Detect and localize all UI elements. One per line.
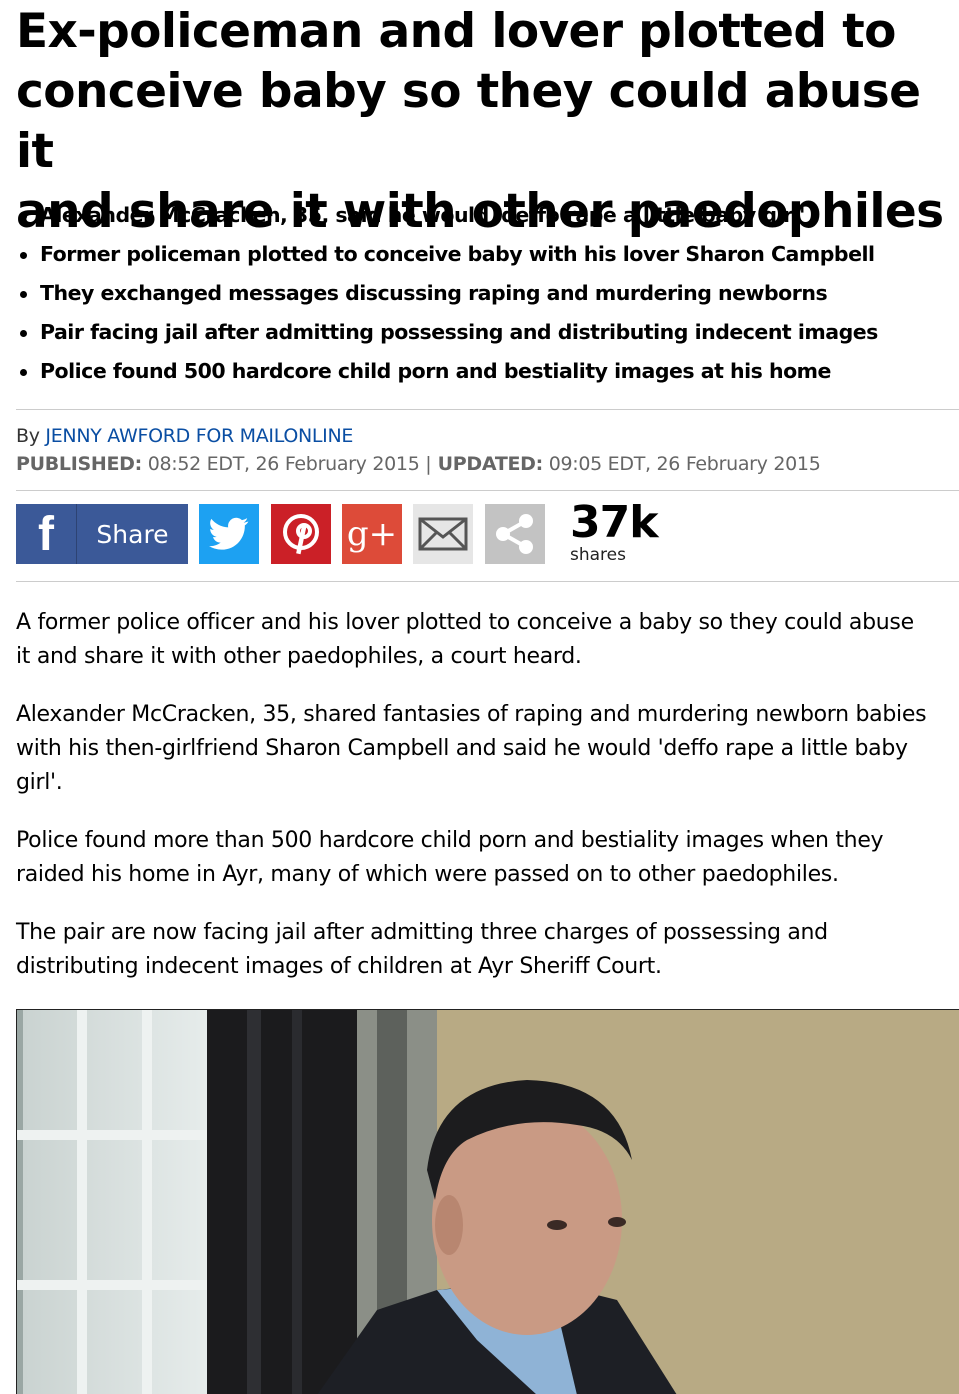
paragraph-line: girl'. <box>16 770 63 795</box>
author-link[interactable]: JENNY AWFORD FOR MAILONLINE <box>45 425 353 447</box>
twitter-share-button[interactable] <box>199 504 259 564</box>
google-plus-share-button[interactable]: g+ <box>342 504 402 564</box>
summary-bullet: Alexander McCracken, 35, said he would '… <box>16 196 951 235</box>
divider <box>16 409 959 410</box>
paragraph-line: The pair are now facing jail after admit… <box>16 920 828 945</box>
article-paragraph: Alexander McCracken, 35, shared fantasie… <box>16 698 956 800</box>
share-bar: f Share g+ 37k shares <box>16 498 959 564</box>
published-date: 08:52 EDT, 26 February 2015 <box>141 453 426 475</box>
share-count-number: 37k <box>570 497 658 548</box>
published-label: PUBLISHED: <box>16 453 142 475</box>
paragraph-line: it and share it with other paedophiles, … <box>16 644 582 669</box>
facebook-share-button[interactable]: f Share <box>16 504 188 564</box>
headline-line: conceive baby so they could abuse it <box>16 64 921 179</box>
share-count-label: shares <box>570 545 626 565</box>
summary-bullets: Alexander McCracken, 35, said he would '… <box>16 196 951 391</box>
article-paragraph: The pair are now facing jail after admit… <box>16 916 956 984</box>
divider <box>16 581 959 582</box>
paragraph-line: distributing indecent images of children… <box>16 954 662 979</box>
headline-line: Ex-policeman and lover plotted to <box>16 4 896 59</box>
email-icon <box>418 517 468 551</box>
article-paragraph: Police found more than 500 hardcore chil… <box>16 824 956 892</box>
email-share-button[interactable] <box>413 504 473 564</box>
article-photo[interactable] <box>16 1009 959 1394</box>
share-icon <box>496 514 533 554</box>
paragraph-line: Alexander McCracken, 35, shared fantasie… <box>16 702 927 727</box>
paragraph-line: A former police officer and his lover pl… <box>16 610 914 635</box>
google-plus-icon: g+ <box>346 514 398 554</box>
summary-bullet: Police found 500 hardcore child porn and… <box>16 352 951 391</box>
divider <box>16 490 959 491</box>
paragraph-line: raided his home in Ayr, many of which we… <box>16 862 839 887</box>
paragraph-line: with his then-girlfriend Sharon Campbell… <box>16 736 908 761</box>
pinterest-share-button[interactable] <box>271 504 331 564</box>
facebook-icon: f <box>16 504 77 564</box>
more-share-button[interactable] <box>485 504 545 564</box>
publish-dates: PUBLISHED: 08:52 EDT, 26 February 2015 |… <box>16 452 821 476</box>
facebook-share-label: Share <box>96 519 169 549</box>
paragraph-line: Police found more than 500 hardcore chil… <box>16 828 884 853</box>
updated-date: 09:05 EDT, 26 February 2015 <box>542 453 821 475</box>
share-count: 37k shares <box>570 497 658 565</box>
pinterest-icon <box>283 514 319 555</box>
article-paragraph: A former police officer and his lover pl… <box>16 606 956 674</box>
updated-label: UPDATED: <box>431 453 544 475</box>
photo-illustration <box>17 1010 959 1394</box>
summary-bullet: They exchanged messages discussing rapin… <box>16 274 951 313</box>
article-page: Ex-policeman and lover plotted to concei… <box>0 0 959 1394</box>
summary-bullet: Pair facing jail after admitting possess… <box>16 313 951 352</box>
summary-bullet: Former policeman plotted to conceive bab… <box>16 235 951 274</box>
twitter-icon <box>209 517 249 550</box>
byline-prefix: By <box>16 425 46 447</box>
byline: By JENNY AWFORD FOR MAILONLINE <box>16 424 353 448</box>
